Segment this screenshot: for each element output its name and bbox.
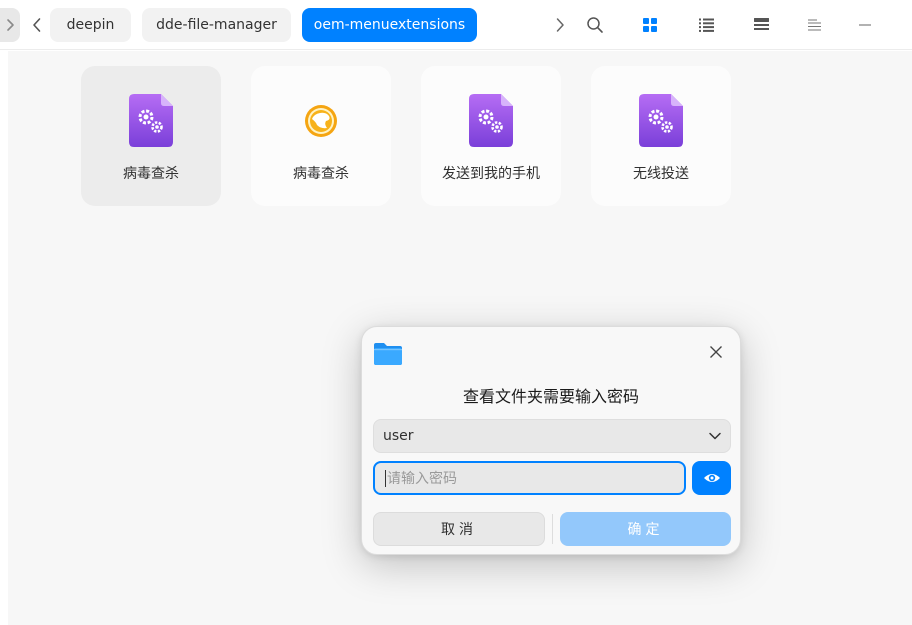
file-item[interactable]: 病毒查杀 (81, 66, 221, 206)
menu-icon (807, 19, 821, 31)
settings-file-icon (128, 93, 174, 149)
button-divider (552, 514, 553, 544)
search-icon (587, 17, 603, 33)
file-item[interactable]: 无线投送 (591, 66, 731, 206)
list-view-icon (698, 18, 714, 32)
tree-view-button[interactable] (748, 12, 774, 38)
breadcrumb-dde-file-manager[interactable]: dde-file-manager (142, 8, 291, 42)
search-button[interactable] (582, 12, 608, 38)
file-item[interactable]: 病毒查杀 (251, 66, 391, 206)
eye-icon (703, 474, 720, 482)
list-view-button[interactable] (693, 12, 719, 38)
file-item-label: 病毒查杀 (293, 166, 349, 182)
window-menu-button[interactable] (801, 12, 827, 38)
password-dialog: 查看文件夹需要输入密码 user 请输入密码 取消 确定 (361, 326, 741, 555)
icon-view-icon (643, 18, 657, 32)
minimize-icon (859, 24, 871, 26)
password-placeholder: 请输入密码 (387, 471, 457, 487)
breadcrumb-oem-menuextensions[interactable]: oem-menuextensions (302, 8, 477, 42)
forward-button[interactable] (0, 8, 20, 42)
password-field[interactable]: 请输入密码 (373, 461, 686, 495)
icon-view-button[interactable] (637, 12, 663, 38)
file-item-label: 发送到我的手机 (442, 166, 540, 182)
breadcrumb-next-button[interactable] (547, 12, 573, 38)
title-bar: deepin dde-file-manager oem-menuextensio… (0, 0, 912, 50)
confirm-button[interactable]: 确定 (560, 512, 731, 546)
chevron-right-icon (7, 19, 14, 31)
user-select-value: user (383, 428, 414, 444)
text-caret (385, 469, 386, 487)
breadcrumb-deepin[interactable]: deepin (50, 8, 131, 42)
tree-view-icon (753, 18, 769, 30)
close-button[interactable] (706, 342, 726, 362)
back-button[interactable] (26, 8, 48, 42)
cancel-button[interactable]: 取消 (373, 512, 545, 546)
settings-file-icon (638, 93, 684, 149)
chevron-right-icon (556, 18, 564, 32)
user-select[interactable]: user (373, 419, 731, 453)
folder-icon (373, 341, 403, 367)
file-item-label: 无线投送 (633, 166, 689, 182)
file-item[interactable]: 发送到我的手机 (421, 66, 561, 206)
chevron-down-icon (709, 432, 721, 440)
file-item-label: 病毒查杀 (123, 166, 179, 182)
dialog-title: 查看文件夹需要输入密码 (462, 387, 639, 406)
show-password-button[interactable] (692, 461, 731, 495)
close-icon (710, 346, 722, 358)
antivirus-app-icon (298, 93, 344, 149)
chevron-left-icon (33, 18, 41, 32)
minimize-button[interactable] (852, 12, 878, 38)
settings-file-icon (468, 93, 514, 149)
